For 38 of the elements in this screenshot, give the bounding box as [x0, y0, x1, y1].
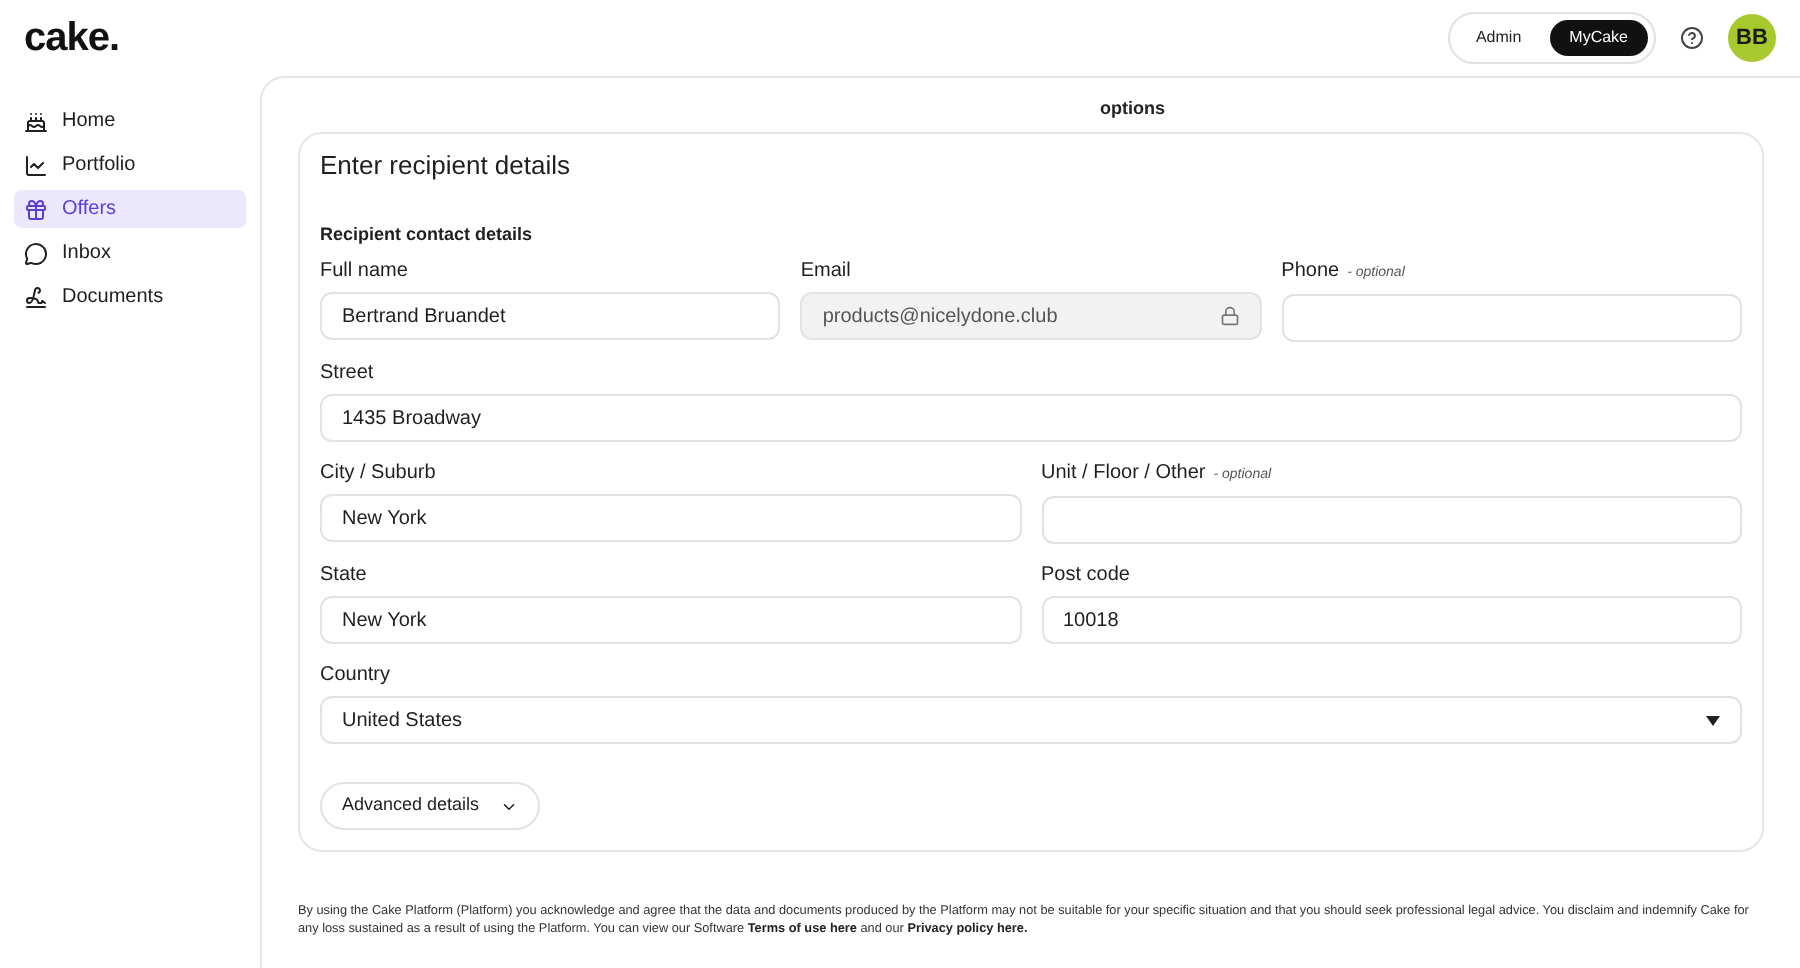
field-label: Country: [320, 664, 391, 688]
avatar[interactable]: BB: [1728, 14, 1776, 62]
mode-option[interactable]: Admin: [1455, 20, 1542, 56]
country-select[interactable]: United States: [320, 696, 1742, 744]
mode-option[interactable]: MyCake: [1549, 20, 1648, 56]
field-label: City / Suburb: [320, 462, 436, 486]
input-field[interactable]: [1041, 496, 1742, 544]
field-label: Email: [800, 260, 851, 284]
step-label: options: [1100, 95, 1165, 122]
input-field[interactable]: 10018: [1041, 596, 1742, 644]
input-field[interactable]: [1281, 294, 1742, 342]
dropdown-caret-icon: [1706, 715, 1720, 725]
sidebar-item[interactable]: Inbox: [14, 234, 246, 272]
help-icon[interactable]: [1680, 26, 1704, 50]
field-label: Unit / Floor / Other: [1041, 462, 1206, 486]
line-chart-icon: [24, 153, 48, 177]
section-heading: Recipient contact details: [320, 222, 535, 246]
email-field[interactable]: products@nicelydone.club: [800, 292, 1262, 340]
sidebar-item[interactable]: Home: [14, 102, 246, 140]
input-field[interactable]: 1435 Broadway: [320, 394, 1742, 442]
gift-icon: [24, 197, 48, 221]
chat-bubble-icon: [24, 241, 48, 265]
input-field[interactable]: New York: [320, 494, 1021, 542]
field-label: Post code: [1041, 564, 1130, 588]
input-field[interactable]: Bertrand Bruandet: [320, 292, 781, 340]
field-label: Full name: [320, 260, 408, 284]
input-field[interactable]: New York: [320, 596, 1021, 644]
form-title: Enter recipient details: [320, 150, 573, 182]
advanced-details-button[interactable]: Advanced details: [320, 782, 540, 830]
field-label: Phone: [1281, 260, 1340, 284]
field-label: Street: [320, 362, 374, 386]
sidebar-item[interactable]: Portfolio: [14, 146, 246, 184]
sidebar-item[interactable]: Documents: [14, 278, 246, 316]
sidebar-item[interactable]: Offers: [14, 190, 246, 228]
logo[interactable]: cake.: [24, 8, 120, 68]
field-label: State: [320, 564, 367, 588]
lock-icon: [1219, 306, 1240, 326]
signature-icon: [24, 285, 48, 309]
